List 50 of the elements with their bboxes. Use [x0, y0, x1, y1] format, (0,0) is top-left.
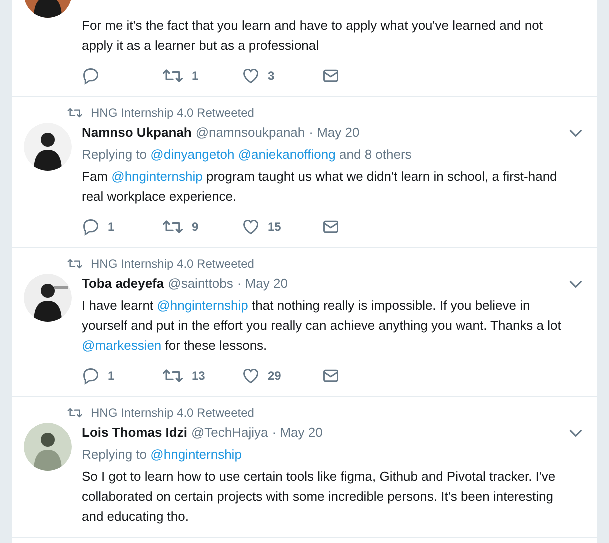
tweet-text: I have learnt @hnginternship that nothing really is impossible. If you believe in yourself and put in the effort you really can achieve anything you want. Thanks a lot @markessien for these lessons. — [82, 297, 562, 355]
mention-link[interactable]: @markessien — [82, 338, 162, 353]
retweet-icon — [67, 407, 83, 419]
replying-to: Replying to @hnginternship — [82, 446, 243, 464]
mention-link[interactable]: @hnginternship — [157, 298, 248, 313]
author-handle[interactable]: @TechHajiya — [191, 423, 268, 443]
mention-link[interactable]: @hnginternship — [150, 447, 242, 462]
reply-button[interactable]: 1 — [82, 217, 162, 237]
heart-icon — [242, 367, 260, 385]
retweet-label: HNG Internship 4.0 Retweeted — [91, 105, 254, 122]
mention-link[interactable]: @dinyangetoh — [150, 147, 235, 162]
like-button[interactable]: 3 — [242, 66, 322, 86]
reply-icon — [82, 67, 100, 85]
like-button[interactable]: 29 — [242, 366, 322, 386]
tweet-text: Fam @hnginternship program taught us what we didn't learn in school, a first-hand real workplace experience. — [82, 168, 558, 206]
retweet-icon — [67, 258, 83, 270]
retweet-button[interactable]: 1 — [162, 66, 242, 86]
retweet-icon — [67, 107, 83, 119]
retweet-button[interactable]: 13 — [162, 366, 242, 386]
envelope-icon — [322, 367, 340, 385]
chevron-down-icon[interactable] — [569, 128, 583, 138]
retweet-icon — [162, 368, 184, 384]
author-handle[interactable]: @namnsoukpanah — [196, 123, 306, 143]
like-button[interactable]: 15 — [242, 217, 322, 237]
envelope-icon — [322, 218, 340, 236]
author-name[interactable]: Lois Thomas Idzi — [82, 423, 188, 443]
author-name[interactable]: Namnso Ukpanah — [82, 123, 192, 143]
retweet-label: HNG Internship 4.0 Retweeted — [91, 405, 254, 422]
envelope-icon — [322, 67, 340, 85]
tweet-text: So I got to learn how to use certain tools like figma, Github and Pivotal tracker. I've collaborated on certain projects with some incredible persons. It's been interesting and educating tho. — [82, 468, 557, 526]
chevron-down-icon[interactable] — [569, 280, 583, 288]
heart-icon — [242, 218, 260, 236]
retweet-icon — [162, 219, 184, 235]
mention-link[interactable]: @aniekanoffiong — [238, 147, 336, 162]
reply-icon — [82, 218, 100, 236]
reply-button[interactable]: 1 — [82, 366, 162, 386]
tweet-text: For me it's the fact that you learn and have to apply what you've learned and not apply it as a learner but as a professional — [82, 17, 544, 55]
tweet-date[interactable]: · May 20 — [309, 123, 360, 143]
replying-to: Replying to @dinyangetoh @aniekanoffiong and 8 others — [82, 146, 413, 164]
author-name[interactable]: Toba adeyefa — [82, 274, 164, 294]
author-handle[interactable]: @sainttobs — [168, 274, 234, 294]
chevron-down-icon[interactable] — [569, 428, 583, 438]
tweet-date[interactable]: · May 20 — [272, 423, 323, 443]
retweet-icon — [162, 68, 184, 84]
retweet-label: HNG Internship 4.0 Retweeted — [91, 256, 254, 273]
heart-icon — [242, 67, 260, 85]
tweet-date[interactable]: · May 20 — [237, 274, 288, 294]
reply-icon — [82, 367, 100, 385]
retweet-button[interactable]: 9 — [162, 217, 242, 237]
mention-link[interactable]: @hnginternship — [112, 169, 203, 184]
